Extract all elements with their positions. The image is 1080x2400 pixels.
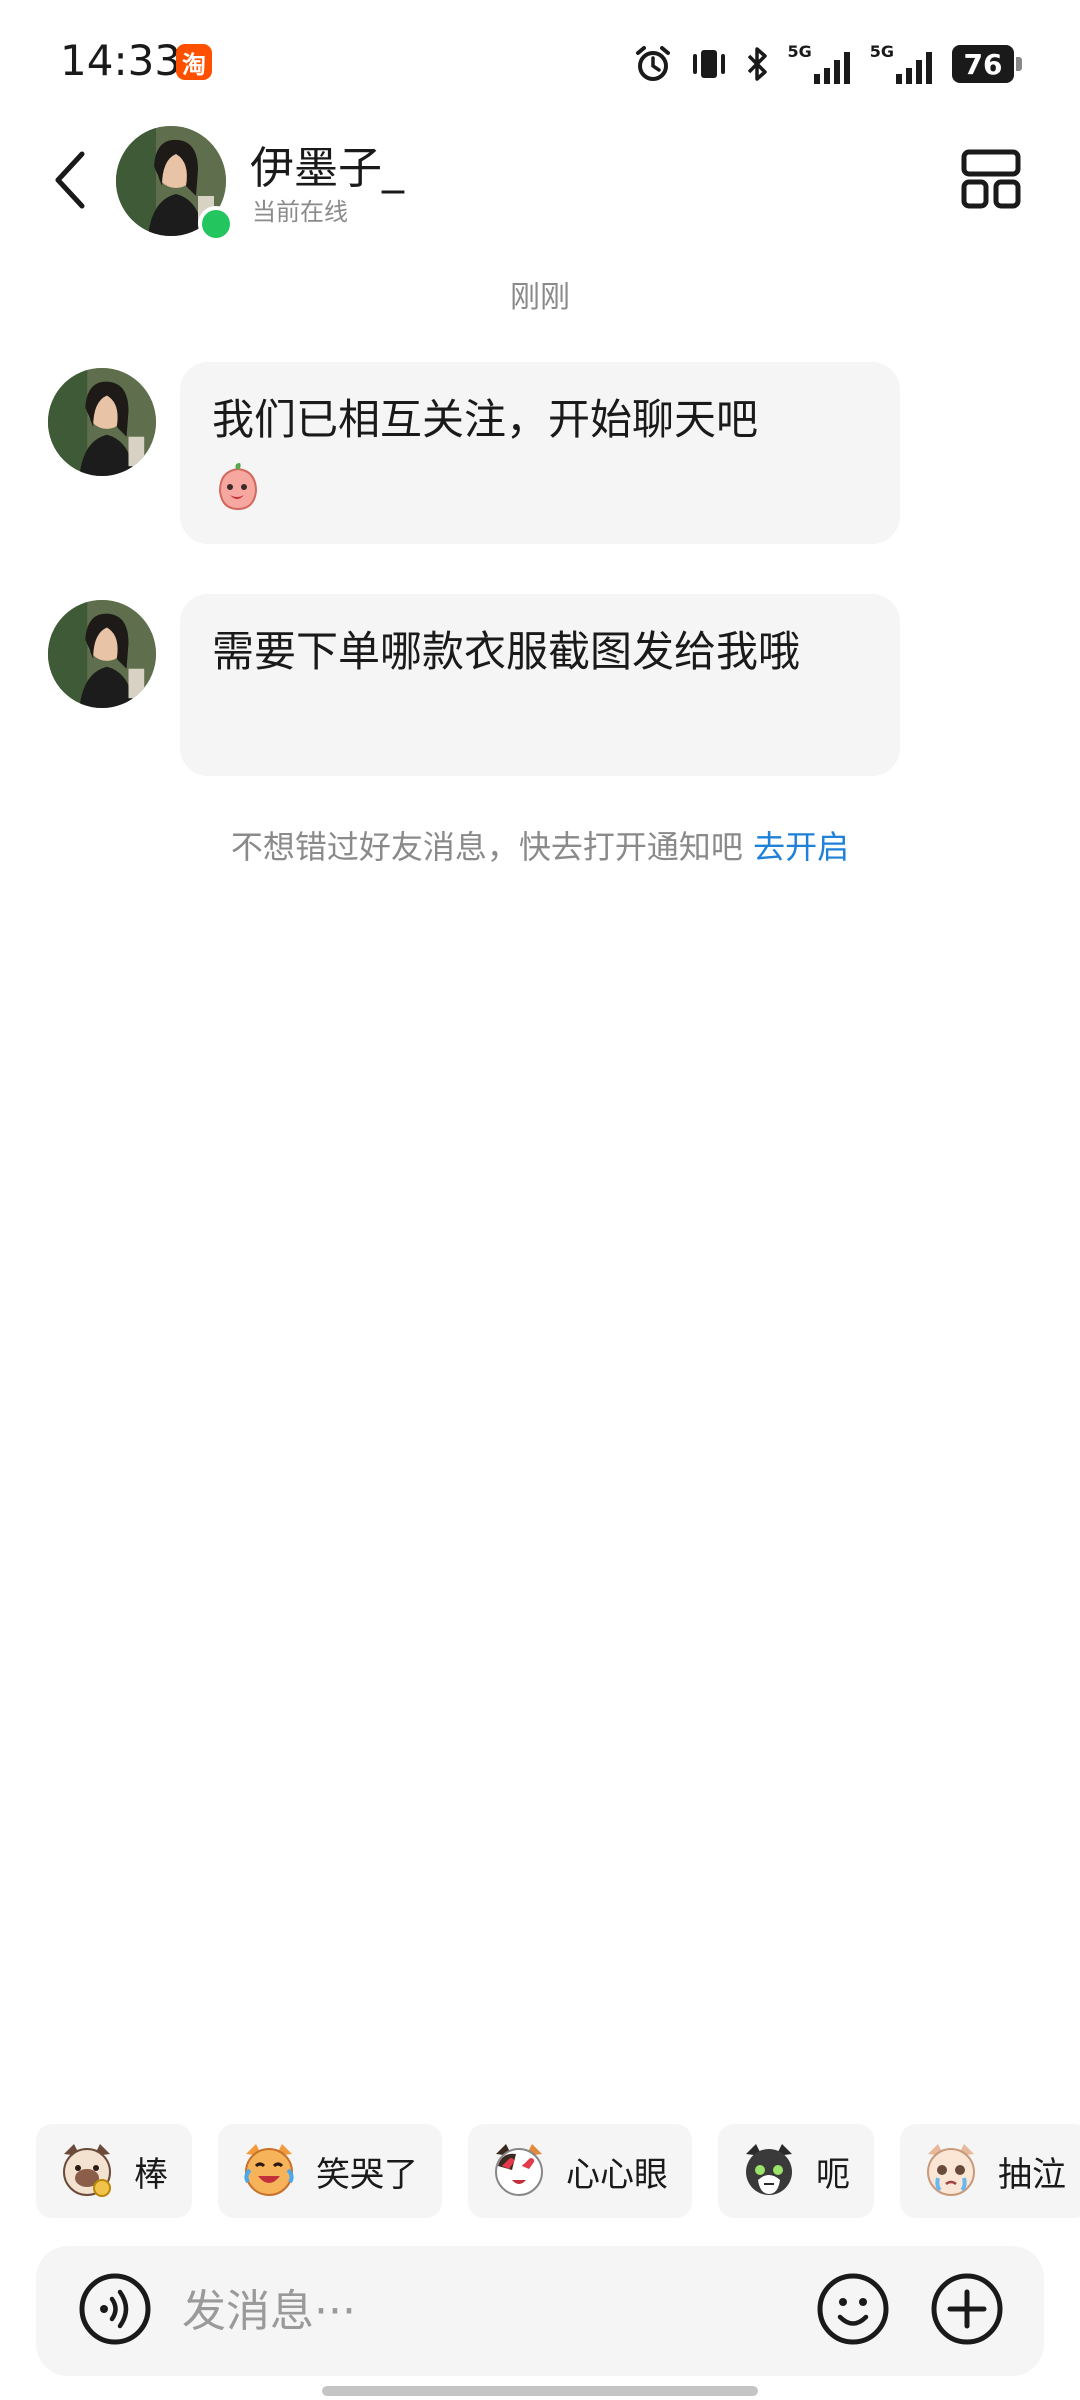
emoji-picker-button[interactable] [816,2272,890,2346]
avatar-photo [48,600,156,708]
plus-circle-icon [931,2273,1003,2345]
voice-icon [79,2273,151,2345]
home-indicator[interactable] [322,2386,758,2396]
status-time: 14:33 [60,36,182,85]
enable-notifications-link[interactable]: 去开启 [753,828,849,866]
message-avatar[interactable] [48,368,156,476]
quick-emoji-label: 笑哭了 [316,2154,418,2195]
quick-emoji-chip[interactable]: 心心眼 [468,2124,692,2218]
voice-input-button[interactable] [78,2272,152,2346]
message-bubble[interactable]: 我们已相互关注，开始聊天吧 [180,362,900,544]
chat-settings-button[interactable] [960,148,1022,210]
quick-emoji-label: 心心眼 [566,2154,668,2195]
bluetooth-icon [748,47,768,81]
peach-sticker-icon [218,462,258,510]
siamese-cat-thumbs-up-icon [63,2144,111,2197]
tuxedo-cat-awkward-icon [746,2144,792,2195]
quick-emoji-label: 抽泣 [998,2154,1066,2195]
signal-5g-icon-2: 5G [870,44,936,84]
more-actions-button[interactable] [930,2272,1004,2346]
battery-icon: 76 [952,45,1022,83]
notification-notice: 不想错过好友消息，快去打开通知吧 去开启 [0,822,1080,868]
smiley-icon [817,2273,889,2345]
cat-sobbing-icon [927,2144,975,2196]
quick-emoji-chip[interactable]: 抽泣 [900,2124,1080,2218]
message-avatar[interactable] [48,600,156,708]
message-input[interactable] [180,2270,784,2352]
signal-5g-icon: 5G [787,44,853,84]
time-divider: 刚刚 [510,280,570,315]
quick-emoji-chip[interactable]: 棒 [36,2124,192,2218]
online-status-dot [198,206,234,242]
taobao-app-icon: 淘 [176,44,212,80]
message-text: 需要下单哪款衣服截图发给我哦 [212,627,801,676]
quick-emoji-chip[interactable]: 呃 [718,2124,874,2218]
quick-emoji-label: 棒 [134,2154,168,2195]
avatar-photo [48,368,156,476]
contact-name[interactable]: 伊墨子_ [250,132,404,196]
status-icons: 5G 5G 76 [633,40,1022,88]
chevron-left-icon [55,151,85,209]
orange-cat-laugh-cry-icon [244,2144,294,2196]
network-label-2: 5G [869,42,894,61]
network-label-1: 5G [787,42,812,61]
quick-emoji-chip[interactable]: 笑哭了 [218,2124,442,2218]
quick-emoji-row: 棒 笑哭了 心心眼 呃 抽泣 [36,2124,1080,2220]
back-button[interactable] [40,140,100,220]
alarm-icon [636,46,671,81]
calico-cat-heart-eyes-icon [495,2144,543,2196]
vibrate-icon [693,50,726,78]
quick-emoji-label: 呃 [816,2154,850,2195]
contact-status: 当前在线 [252,198,348,226]
notice-text: 不想错过好友消息，快去打开通知吧 [230,828,743,866]
message-text: 我们已相互关注，开始聊天吧 [212,395,759,444]
layout-grid-icon [961,149,1021,209]
message-bubble[interactable]: 需要下单哪款衣服截图发给我哦 [180,594,900,776]
